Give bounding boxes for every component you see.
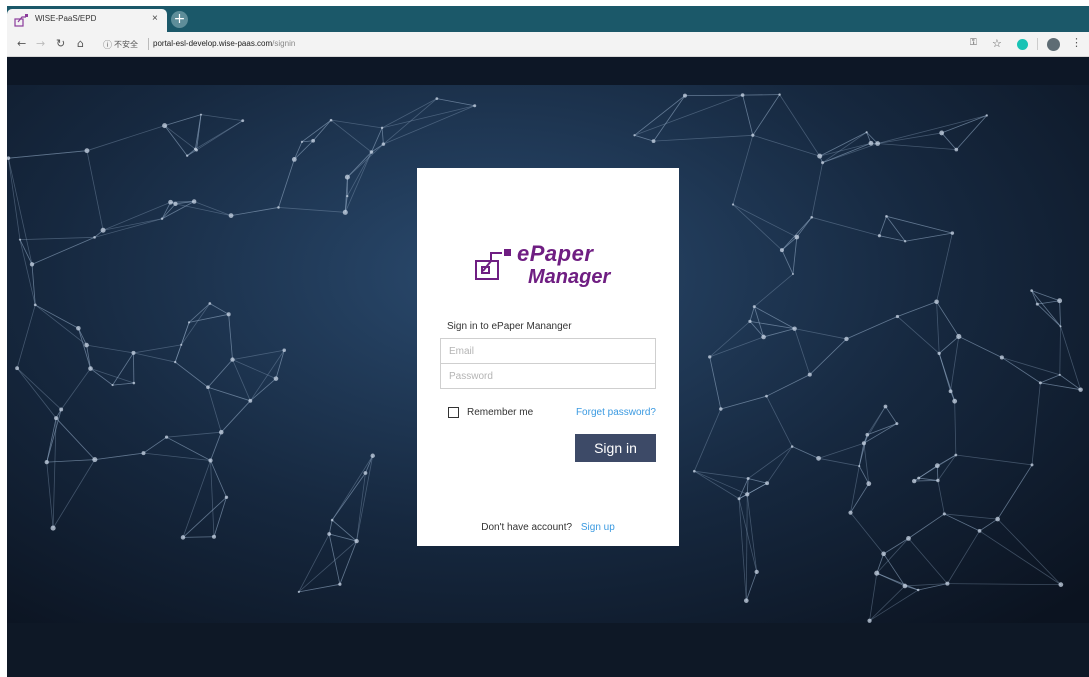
security-label[interactable]: 不安全 [114, 39, 138, 50]
reload-icon[interactable]: ↻ [56, 37, 65, 50]
tab-strip: WISE-PaaS/EPD × + [7, 6, 1089, 32]
address-bar[interactable]: portal-esl-develop.wise-paas.com/signin [153, 39, 295, 48]
signup-row: Don't have account? Sign up [417, 522, 679, 533]
address-toolbar: ← → ↻ ⌂ ⓘ 不安全 portal-esl-develop.wise-pa… [7, 32, 1089, 57]
remember-me-checkbox[interactable] [448, 407, 459, 418]
url-separator [148, 38, 149, 50]
login-card: ePaper Manager Sign in to ePaper Manange… [417, 168, 679, 546]
epaper-logo-icon [475, 249, 511, 280]
sign-up-link[interactable]: Sign up [581, 522, 615, 533]
new-tab-button[interactable]: + [171, 11, 188, 28]
epaper-favicon-icon [14, 14, 28, 27]
toolbar-separator [1037, 38, 1038, 50]
logo-text-epaper: ePaper [517, 241, 594, 266]
password-field[interactable] [440, 363, 656, 389]
home-icon[interactable]: ⌂ [77, 37, 84, 50]
forget-password-link[interactable]: Forget password? [576, 407, 656, 418]
page-content: ePaper Manager Sign in to ePaper Manange… [7, 57, 1089, 677]
logo-text-manager: Manager [528, 266, 611, 288]
signin-heading: Sign in to ePaper Mananger [447, 321, 572, 332]
url-host: portal-esl-develop.wise-paas.com [153, 39, 273, 48]
url-path: /signin [272, 39, 296, 48]
menu-icon[interactable]: ⋮ [1071, 36, 1082, 49]
star-icon[interactable]: ☆ [992, 37, 1002, 50]
email-field[interactable] [440, 338, 656, 364]
avatar-icon[interactable] [1047, 38, 1060, 51]
extension-icon[interactable] [1017, 39, 1028, 50]
close-tab-icon[interactable]: × [152, 13, 158, 24]
forward-arrow-icon[interactable]: → [36, 37, 45, 50]
tab-title: WISE-PaaS/EPD [35, 14, 97, 23]
key-icon[interactable]: ⚿ [970, 38, 977, 48]
browser-tab[interactable]: WISE-PaaS/EPD × [7, 9, 167, 32]
back-arrow-icon[interactable]: ← [17, 37, 26, 50]
info-icon[interactable]: ⓘ [103, 38, 112, 51]
no-account-text: Don't have account? [481, 522, 573, 533]
remember-me-label[interactable]: Remember me [467, 407, 533, 418]
sign-in-button[interactable]: Sign in [575, 434, 656, 462]
browser-window: WISE-PaaS/EPD × + ← → ↻ ⌂ ⓘ 不安全 portal-e… [7, 6, 1089, 677]
